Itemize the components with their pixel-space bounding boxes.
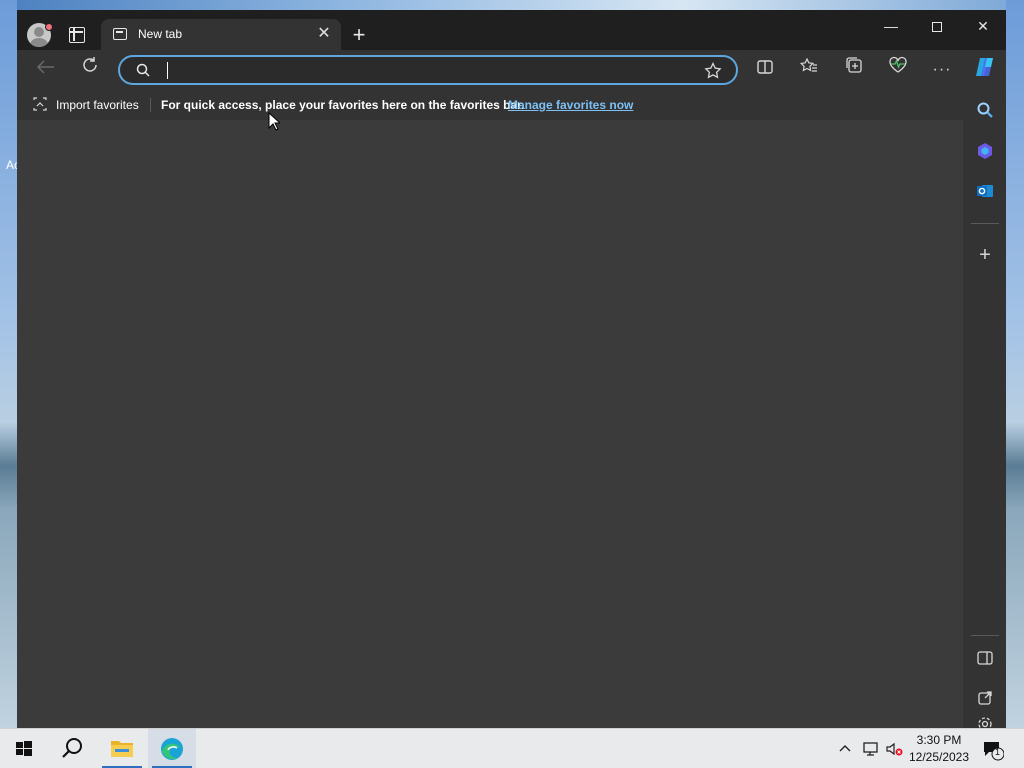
- tab-new-tab[interactable]: New tab ✕: [101, 19, 341, 50]
- manage-favorites-link[interactable]: Manage favorites now: [508, 98, 633, 112]
- address-input[interactable]: [170, 60, 690, 80]
- minimize-button[interactable]: —: [868, 10, 914, 42]
- tab-strip: New tab ✕ + — ✕: [17, 10, 1006, 50]
- start-icon[interactable]: [0, 729, 48, 768]
- browser-essentials-icon[interactable]: [883, 56, 913, 84]
- network-icon[interactable]: [862, 741, 880, 757]
- edge-icon[interactable]: [148, 729, 196, 768]
- new-tab-button[interactable]: +: [347, 24, 371, 46]
- refresh-icon[interactable]: [75, 56, 105, 84]
- search-icon[interactable]: [48, 729, 96, 768]
- outlook-icon[interactable]: [971, 177, 999, 205]
- desktop-wallpaper-left: [0, 0, 17, 728]
- close-window-button[interactable]: ✕: [960, 10, 1006, 42]
- tab-title: New tab: [138, 27, 183, 41]
- import-favorites-button[interactable]: Import favorites: [56, 98, 139, 112]
- clock-date: 12/25/2023: [908, 750, 970, 764]
- file-explorer-icon[interactable]: [98, 729, 146, 768]
- desktop-wallpaper-top: [0, 0, 1024, 10]
- star-icon[interactable]: [704, 62, 722, 80]
- profile-notification-dot: [45, 23, 53, 31]
- collections-icon[interactable]: [839, 56, 869, 84]
- copilot-icon[interactable]: [970, 56, 1000, 84]
- favorites-icon[interactable]: [794, 56, 824, 84]
- favorites-divider: [150, 98, 151, 112]
- address-bar[interactable]: [118, 55, 738, 85]
- volume-muted-icon[interactable]: [885, 741, 905, 757]
- notification-count: 1: [995, 747, 1001, 757]
- new-tab-page-icon: [113, 28, 127, 40]
- system-clock[interactable]: 3:30 PM 12/25/2023: [906, 732, 972, 766]
- notification-center-icon[interactable]: 1: [980, 737, 1005, 761]
- close-icon[interactable]: ✕: [315, 25, 333, 43]
- favorites-bar: Import favorites For quick access, place…: [17, 90, 963, 120]
- clock-time: 3:30 PM: [916, 733, 962, 747]
- text-caret: [167, 62, 168, 79]
- favorites-bar-message: For quick access, place your favorites h…: [161, 98, 525, 112]
- edge-sidebar: +: [963, 90, 1006, 728]
- split-screen-icon[interactable]: [750, 56, 780, 84]
- import-favorites-icon[interactable]: [32, 97, 48, 111]
- search-icon: [136, 63, 150, 77]
- tab-actions-icon[interactable]: [69, 27, 85, 43]
- more-icon[interactable]: ···: [927, 56, 957, 84]
- sidebar-divider-bottom: [971, 635, 999, 636]
- hide-sidebar-icon[interactable]: [971, 644, 999, 672]
- taskbar: 3:30 PM 12/25/2023 1: [0, 728, 1024, 768]
- maximize-button[interactable]: [914, 10, 960, 42]
- maximize-icon: [932, 22, 942, 33]
- desktop-wallpaper-right: [1006, 0, 1024, 728]
- open-external-icon[interactable]: [971, 684, 999, 712]
- back-icon[interactable]: [31, 56, 61, 84]
- browser-window: New tab ✕ + — ✕ ··· Import favorites For…: [17, 10, 1006, 728]
- settings-icon[interactable]: [971, 716, 999, 728]
- add-icon[interactable]: +: [971, 241, 999, 269]
- chevron-up-icon[interactable]: [838, 741, 854, 757]
- copilot-sidebar-icon[interactable]: [971, 137, 999, 165]
- sidebar-divider: [971, 223, 999, 224]
- navigation-toolbar: ···: [17, 50, 1006, 90]
- mouse-cursor: [268, 112, 280, 131]
- sidebar-search-icon[interactable]: [971, 96, 999, 124]
- page-content: [17, 90, 963, 728]
